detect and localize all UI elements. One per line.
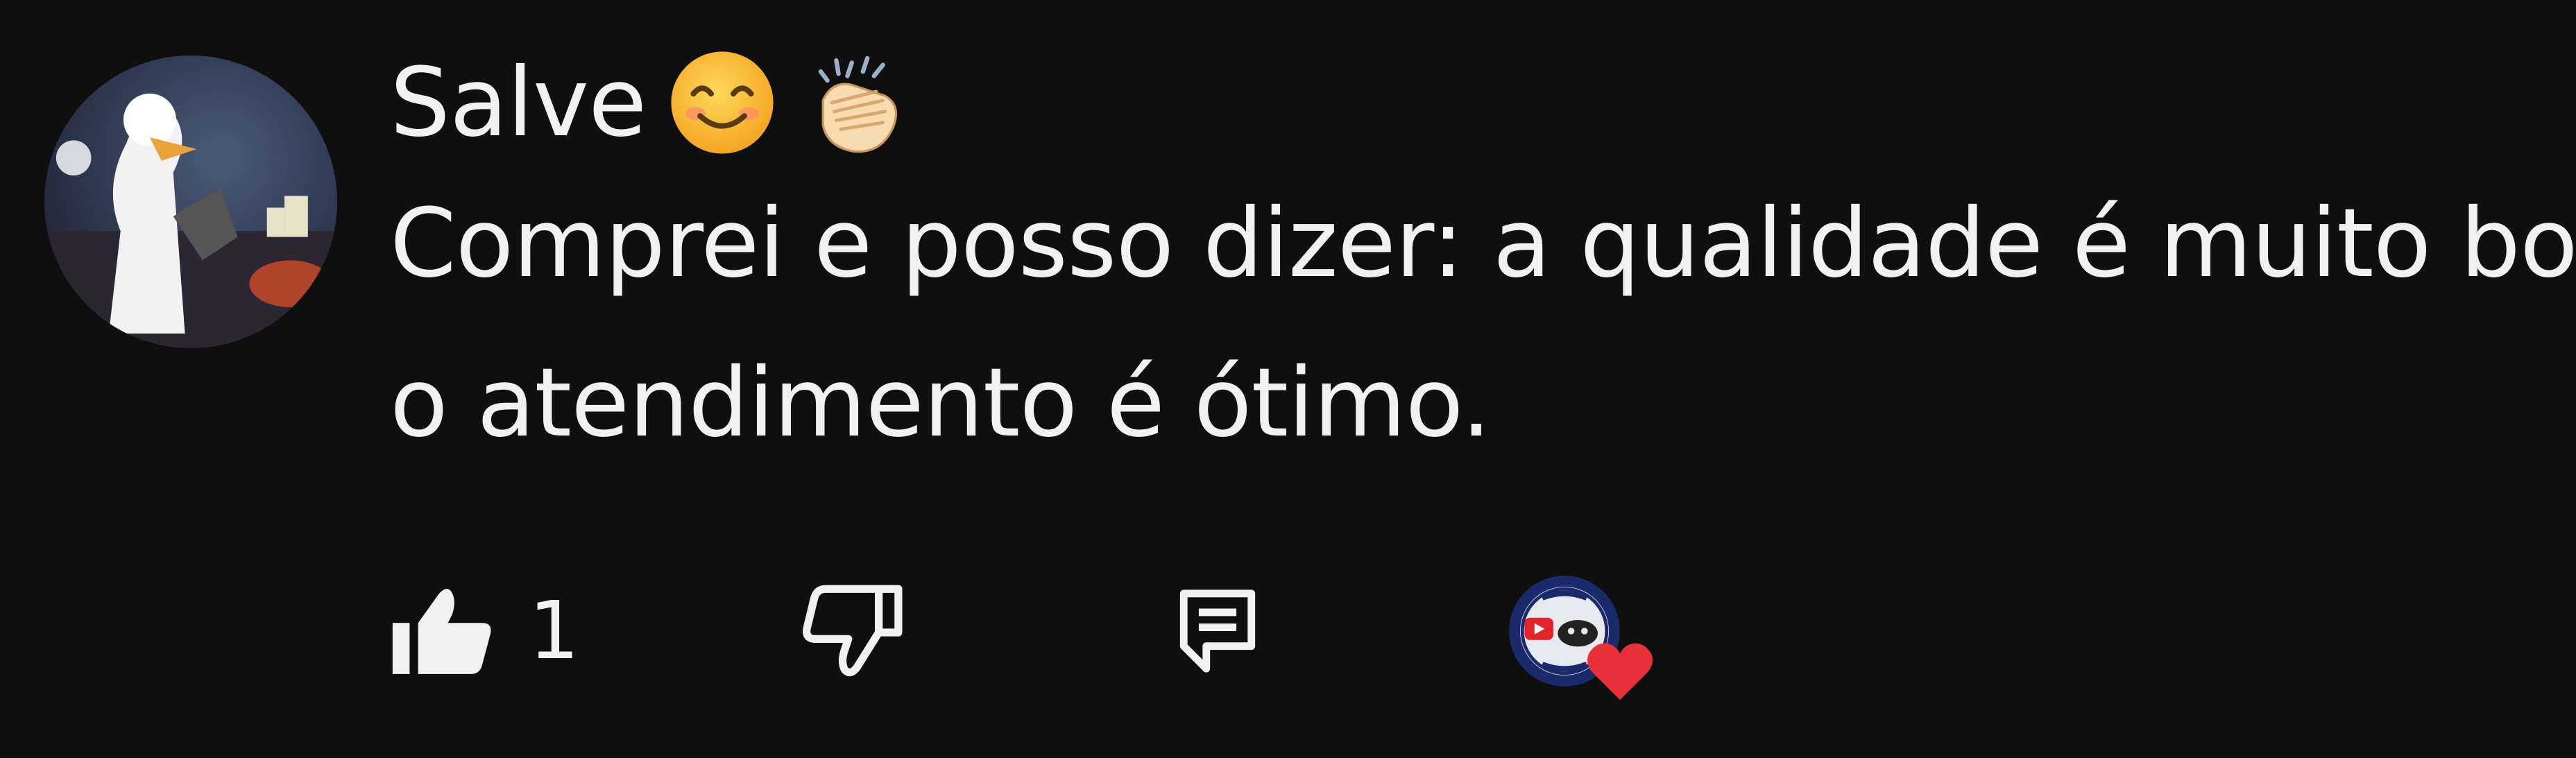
clapping-hands-icon	[799, 47, 910, 158]
comment-line-1: Salve	[390, 47, 910, 158]
reply-button[interactable]	[1176, 586, 1259, 676]
dislike-button[interactable]	[798, 585, 907, 680]
like-count: 1	[529, 585, 580, 678]
creator-heart-icon	[1587, 643, 1653, 700]
thumbs-down-icon	[803, 585, 903, 677]
creator-heart-badge[interactable]	[1509, 576, 1658, 707]
avatar-image	[44, 55, 337, 348]
smiling-face-icon	[667, 47, 778, 158]
comment-line-2: Comprei e posso dizer: a qualidade é mui…	[390, 189, 2576, 299]
like-button[interactable]: 1	[390, 585, 579, 678]
reply-icon	[1179, 589, 1256, 673]
comment-line-1-text: Salve	[390, 47, 647, 158]
thumbs-up-icon	[392, 589, 491, 674]
commenter-avatar[interactable]	[44, 55, 337, 348]
comment-line-3: o atendimento é ótimo.	[390, 348, 1492, 458]
